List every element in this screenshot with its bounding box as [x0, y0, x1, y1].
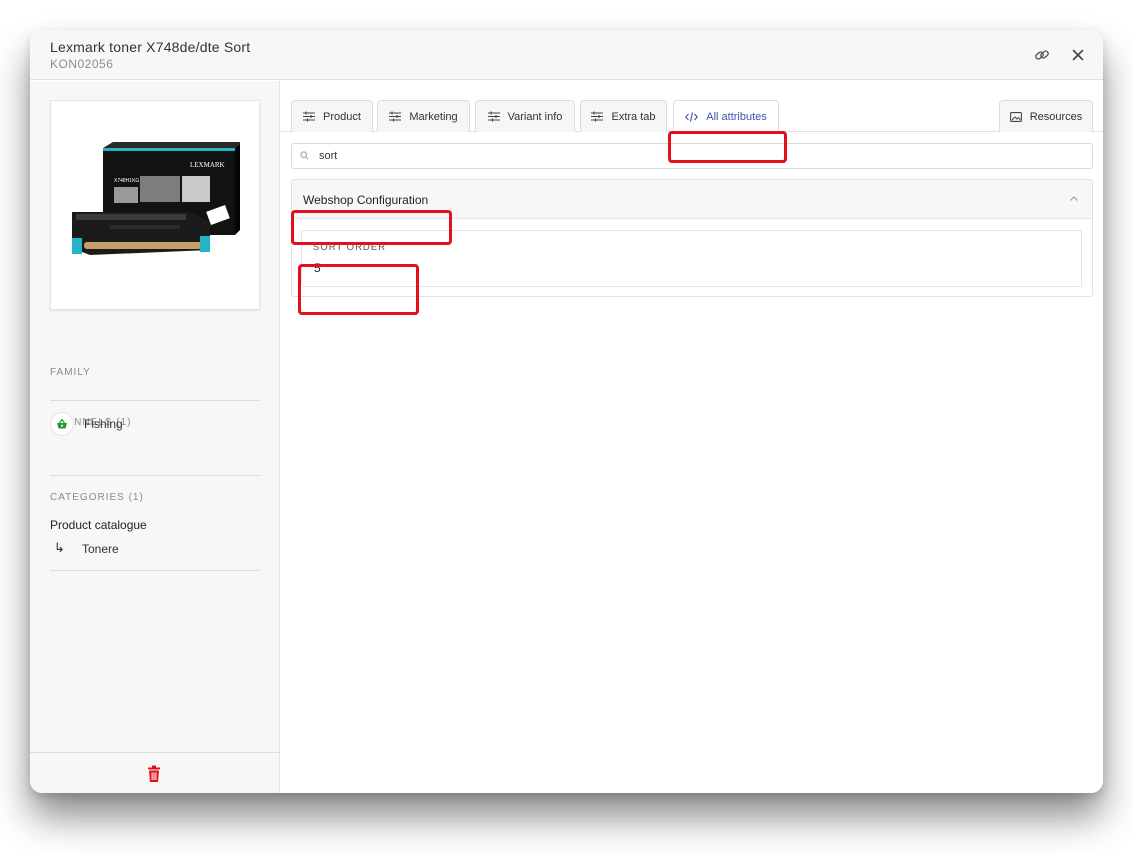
category-root: Product catalogue [50, 518, 147, 532]
channel-fishing[interactable]: Fishing [84, 417, 123, 431]
family-label: FAMILY [50, 367, 91, 378]
attribute-search[interactable] [291, 143, 1093, 169]
trash-icon[interactable] [146, 765, 162, 783]
tab-variant-info[interactable]: Variant info [475, 100, 575, 132]
code-icon [685, 112, 699, 122]
sliders-icon [389, 111, 402, 122]
divider [50, 570, 260, 571]
divider [50, 400, 260, 401]
product-image[interactable]: LEXMARK X748H1KG [50, 100, 260, 310]
brand-logo: LEXMARK [190, 161, 225, 169]
tab-extra-tab[interactable]: Extra tab [580, 100, 667, 132]
tab-label: Extra tab [611, 110, 656, 123]
link-icon[interactable] [1033, 46, 1051, 64]
sliders-icon [591, 111, 604, 122]
sidebar-footer [30, 752, 280, 793]
search-input[interactable] [319, 150, 1059, 162]
product-drawer: Lexmark toner X748de/dte Sort KON02056 L… [30, 30, 1103, 793]
product-sidebar: LEXMARK X748H1KG FAMILY CHANNELS (1) Fis… [30, 81, 280, 793]
tab-marketing[interactable]: Marketing [377, 100, 470, 132]
drawer-header: Lexmark toner X748de/dte Sort KON02056 [30, 30, 1103, 80]
tab-label: Variant info [507, 110, 563, 123]
category-tonere[interactable]: Tonere [82, 542, 119, 556]
sliders-icon [303, 111, 316, 122]
field-value[interactable]: 5 [314, 261, 321, 275]
page-title: Lexmark toner X748de/dte Sort [50, 39, 251, 55]
field-label: SORT ORDER [313, 242, 386, 253]
categories-label: CATEGORIES (1) [50, 492, 144, 503]
search-icon [300, 147, 309, 165]
attribute-group-header[interactable]: Webshop Configuration [292, 180, 1092, 219]
divider [50, 475, 260, 476]
attribute-group-title: Webshop Configuration [303, 193, 429, 207]
tab-label: Resources [1029, 110, 1083, 123]
box-label: X748H1KG [114, 178, 139, 184]
tab-all-attributes[interactable]: All attributes [673, 100, 779, 133]
product-sku: KON02056 [50, 57, 114, 71]
tab-label: All attributes [706, 111, 767, 123]
image-icon [1009, 111, 1022, 122]
tab-bar: Product Marketing Variant info Extra tab… [281, 81, 1103, 133]
subcategory-arrow-icon: ↳ [54, 540, 65, 555]
tab-resources[interactable]: Resources [999, 100, 1093, 132]
tab-label: Marketing [409, 110, 458, 123]
attribute-group: Webshop Configuration SORT ORDER 5 [291, 179, 1093, 297]
main-panel: Product Marketing Variant info Extra tab… [281, 81, 1103, 793]
chevron-up-icon[interactable] [1068, 192, 1080, 204]
tab-label: Product [323, 110, 361, 123]
sliders-icon [487, 111, 500, 122]
close-icon[interactable] [1069, 46, 1087, 64]
basket-icon [50, 412, 74, 436]
tab-product[interactable]: Product [291, 100, 373, 132]
attribute-field[interactable]: SORT ORDER 5 [301, 230, 1082, 287]
